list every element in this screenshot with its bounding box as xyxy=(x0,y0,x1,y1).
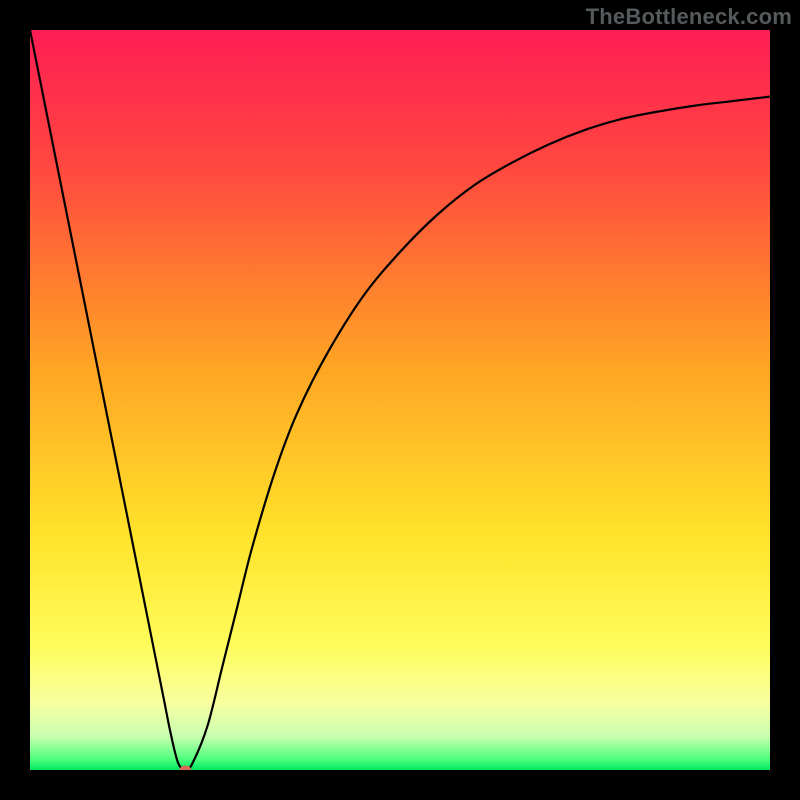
chart-svg xyxy=(30,30,770,770)
chart-frame: TheBottleneck.com xyxy=(0,0,800,800)
chart-background xyxy=(30,30,770,770)
plot-area xyxy=(30,30,770,770)
watermark-text: TheBottleneck.com xyxy=(586,4,792,30)
